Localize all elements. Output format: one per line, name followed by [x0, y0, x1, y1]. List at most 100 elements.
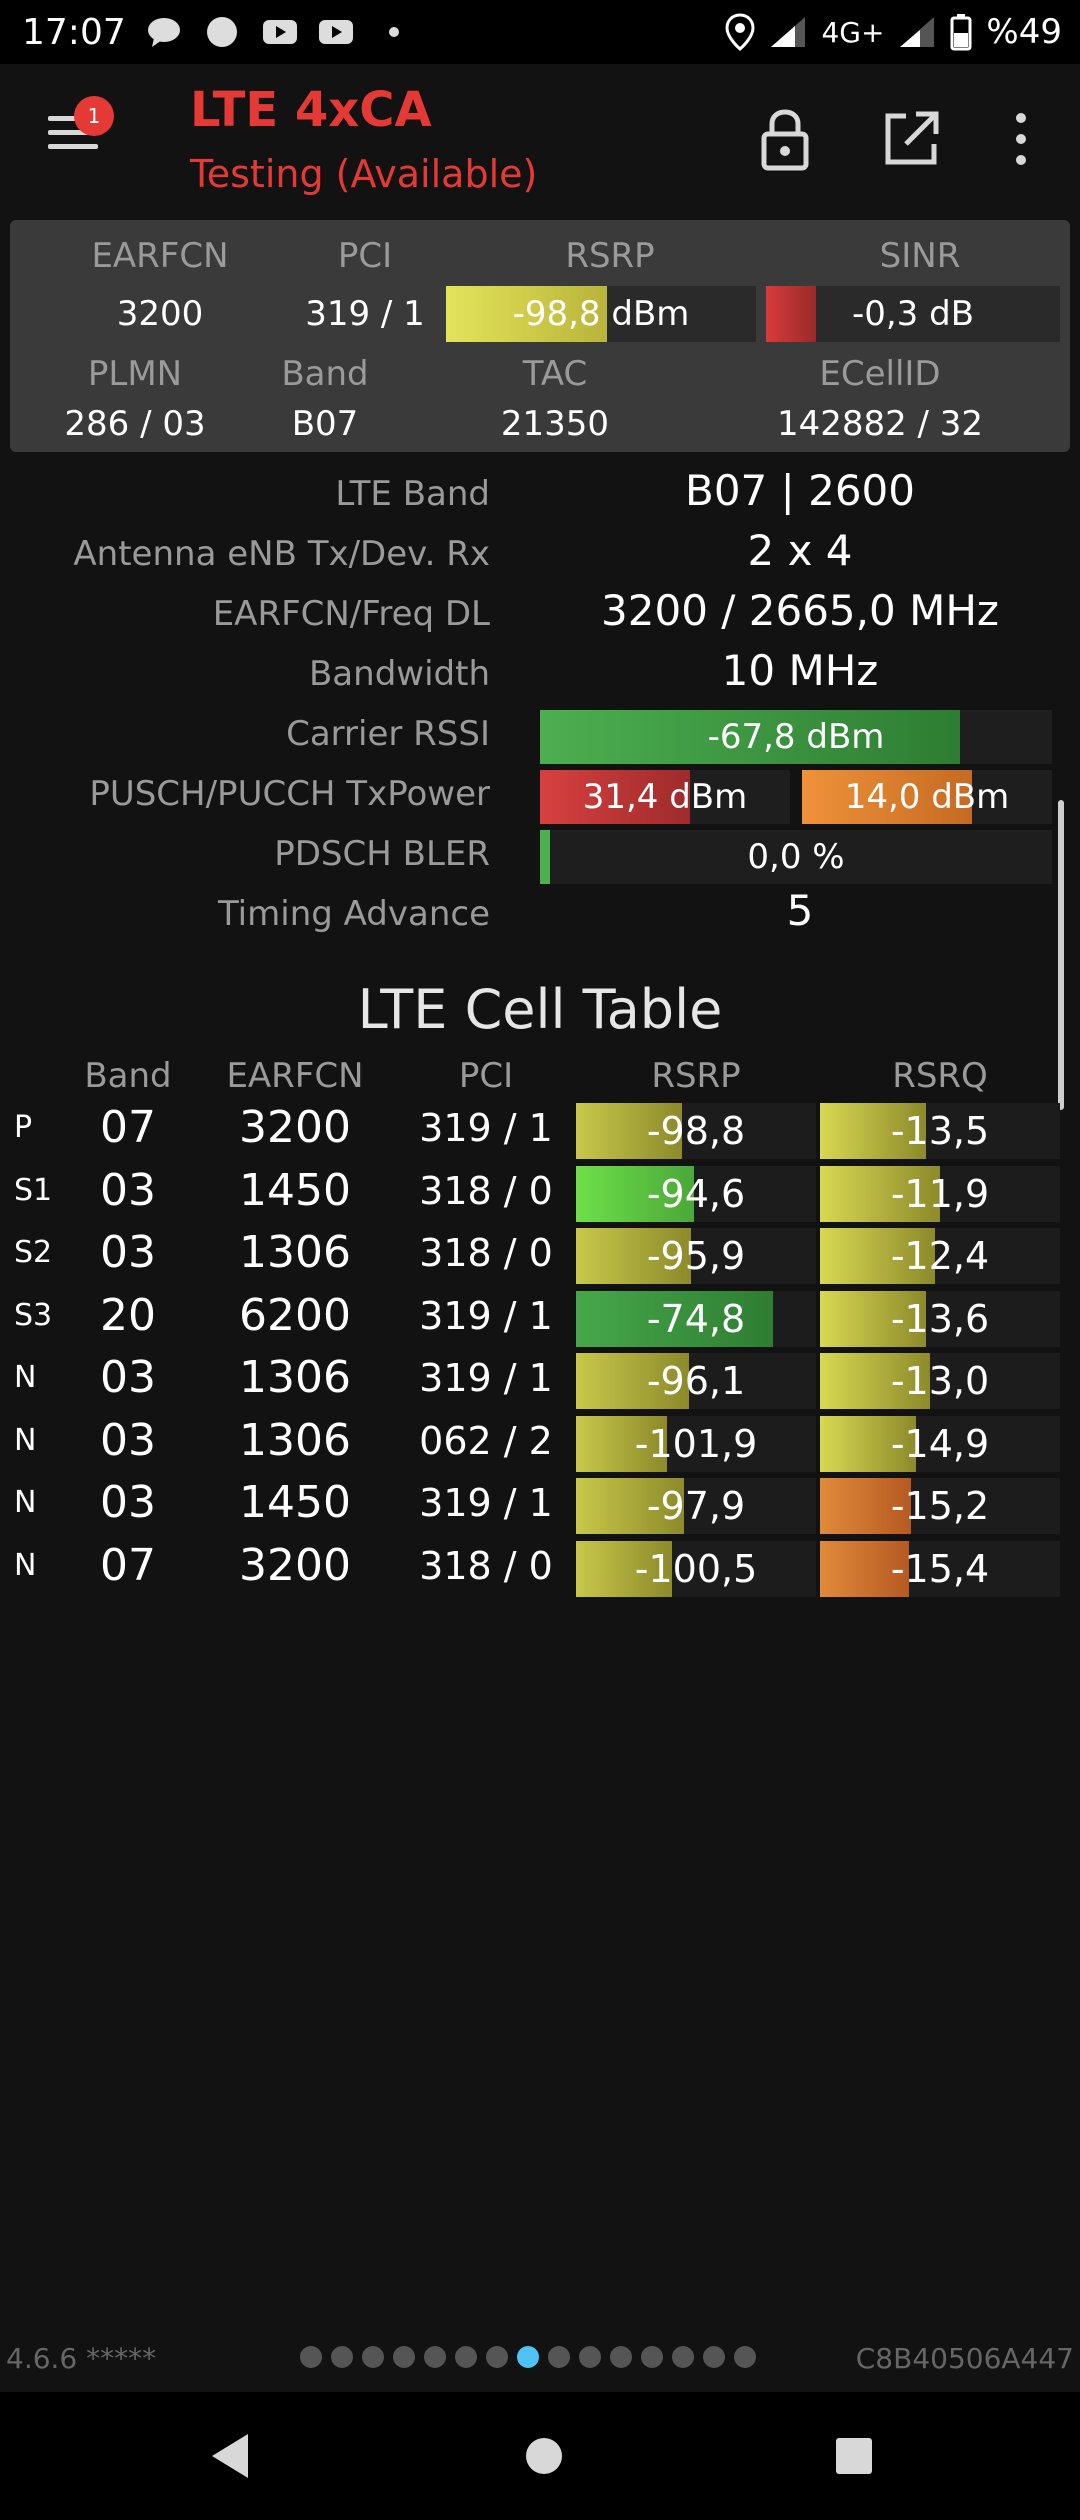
- page-dot[interactable]: [393, 2346, 415, 2368]
- cell-band: 03: [100, 1352, 156, 1403]
- cell-rsrq-bar: -14,9: [820, 1415, 1060, 1472]
- page-dot[interactable]: [672, 2346, 694, 2368]
- earfcn-header: EARFCN: [91, 236, 229, 276]
- page-dot[interactable]: [331, 2346, 353, 2368]
- col-rsrq-header: RSRQ: [892, 1056, 988, 1096]
- pci-value: 319 / 1: [305, 294, 425, 334]
- page-dot[interactable]: [548, 2346, 570, 2368]
- cell-type: N: [14, 1360, 37, 1395]
- table-row: N 03 1450 319 / 1 -97,9 -15,2: [0, 1475, 1080, 1537]
- home-icon[interactable]: [512, 2424, 576, 2488]
- cell-rsrq-bar: -13,0: [820, 1353, 1060, 1409]
- tac-header: TAC: [522, 354, 588, 394]
- page-dot[interactable]: [734, 2346, 756, 2368]
- cell-earfcn: 1306: [239, 1227, 351, 1278]
- cell-pci: 318 / 0: [419, 1543, 553, 1588]
- earfcn-value: 3200: [116, 294, 204, 334]
- lte-band-label: LTE Band: [335, 474, 490, 514]
- carrier-rssi-value: -67,8 dBm: [707, 717, 885, 757]
- app-bar: 1 LTE 4xCA Testing (Available): [0, 64, 1080, 214]
- status-time: 17:07: [22, 12, 126, 53]
- more-notifications-icon: [389, 27, 399, 37]
- table-row: S1 03 1450 318 / 0 -94,6 -11,9: [0, 1163, 1080, 1225]
- col-rsrp-header: RSRP: [651, 1056, 741, 1096]
- recents-icon[interactable]: [822, 2424, 886, 2488]
- page-dot[interactable]: [300, 2346, 322, 2368]
- antenna-label: Antenna eNB Tx/Dev. Rx: [73, 534, 490, 574]
- cell-rsrp-value: -98,8: [646, 1109, 746, 1153]
- lock-icon[interactable]: [750, 104, 820, 174]
- col-earfcn-header: EARFCN: [226, 1056, 364, 1096]
- cell-rsrp-value: -94,6: [646, 1171, 746, 1216]
- timing-advance-label: Timing Advance: [217, 894, 490, 934]
- cell-earfcn: 1306: [239, 1352, 351, 1403]
- pusch-value: 31,4 dBm: [582, 777, 748, 817]
- col-pci-header: PCI: [458, 1056, 514, 1096]
- location-icon: [725, 13, 755, 51]
- page-dot[interactable]: [455, 2346, 477, 2368]
- app-version: 4.6.6 *****: [6, 2342, 157, 2375]
- page-dot[interactable]: [579, 2346, 601, 2368]
- table-row: N 03 1306 319 / 1 -96,1 -13,0: [0, 1350, 1080, 1412]
- bandwidth-label: Bandwidth: [308, 654, 490, 694]
- cell-rsrp-bar: -94,6: [576, 1165, 816, 1222]
- table-row: S2 03 1306 318 / 0 -95,9 -12,4: [0, 1225, 1080, 1287]
- chat-notification-icon: [148, 18, 180, 47]
- plmn-header: PLMN: [87, 354, 183, 394]
- notification-badge: 1: [74, 96, 114, 136]
- open-external-icon[interactable]: [876, 104, 946, 174]
- page-indicator[interactable]: [300, 2346, 756, 2370]
- cell-rsrq-bar: -15,4: [820, 1540, 1060, 1597]
- battery-level: %49: [986, 12, 1062, 52]
- cell-pci: 319 / 1: [419, 1481, 553, 1525]
- cell-rsrq-bar: -11,9: [820, 1165, 1060, 1222]
- cell-earfcn: 1306: [239, 1414, 351, 1466]
- cell-earfcn: 3200: [239, 1539, 351, 1591]
- carrier-rssi-label: Carrier RSSI: [286, 714, 490, 754]
- page-dot[interactable]: [641, 2346, 663, 2368]
- signal-icon-2: [900, 17, 935, 47]
- cell-rsrq-value: -14,9: [890, 1421, 990, 1466]
- back-icon[interactable]: [198, 2424, 262, 2488]
- page-dot[interactable]: [703, 2346, 725, 2368]
- more-options-icon[interactable]: [986, 104, 1056, 174]
- earfcn-freq-value: 3200 / 2665,0 MHz: [601, 586, 999, 635]
- battery-icon: [950, 14, 972, 51]
- cell-rsrp-bar: -95,9: [576, 1228, 816, 1284]
- network-type: 4G+: [821, 15, 885, 49]
- page-dot[interactable]: [486, 2346, 508, 2368]
- page-dot[interactable]: [424, 2346, 446, 2368]
- cell-rsrp-value: -101,9: [634, 1421, 758, 1466]
- bler-value: 0,0 %: [747, 837, 845, 877]
- pusch-bar: 31,4 dBm: [540, 770, 790, 824]
- cell-rsrq-bar: -15,2: [820, 1478, 1060, 1534]
- cell-type: N: [14, 1547, 37, 1583]
- cell-rsrp-value: -97,9: [646, 1484, 746, 1528]
- cell-type: N: [14, 1485, 37, 1520]
- ecellid-value: 142882 / 32: [776, 404, 984, 444]
- cell-pci: 319 / 1: [419, 1293, 553, 1338]
- cell-rsrp-value: -95,9: [646, 1234, 746, 1278]
- cell-pci: 062 / 2: [419, 1418, 553, 1463]
- page-dot[interactable]: [362, 2346, 384, 2368]
- cell-type: N: [14, 1422, 37, 1458]
- rsrp-value: -98,8 dBm: [512, 294, 690, 334]
- navigation-bar: [0, 2392, 1080, 2520]
- carrier-rssi-bar: -67,8 dBm: [540, 710, 1052, 764]
- cell-pci: 318 / 0: [419, 1231, 553, 1275]
- cell-band: 20: [100, 1289, 156, 1341]
- page-dot-active[interactable]: [517, 2346, 539, 2368]
- cell-rsrq-value: -13,5: [890, 1109, 990, 1153]
- cell-rsrp-bar: -74,8: [576, 1290, 816, 1347]
- txpower-label: PUSCH/PUCCH TxPower: [89, 774, 490, 814]
- bandwidth-value: 10 MHz: [721, 646, 879, 695]
- cell-rsrp-bar: -97,9: [576, 1478, 816, 1534]
- table-row: N 03 1306 062 / 2 -101,9 -14,9: [0, 1413, 1080, 1475]
- pucch-value: 14,0 dBm: [844, 777, 1010, 817]
- cell-band: 03: [100, 1227, 156, 1278]
- cell-pci: 319 / 1: [419, 1106, 553, 1150]
- band-header: Band: [281, 354, 369, 394]
- page-dot[interactable]: [610, 2346, 632, 2368]
- cell-rsrq-bar: -12,4: [820, 1228, 1060, 1284]
- rsrp-header: RSRP: [565, 236, 655, 276]
